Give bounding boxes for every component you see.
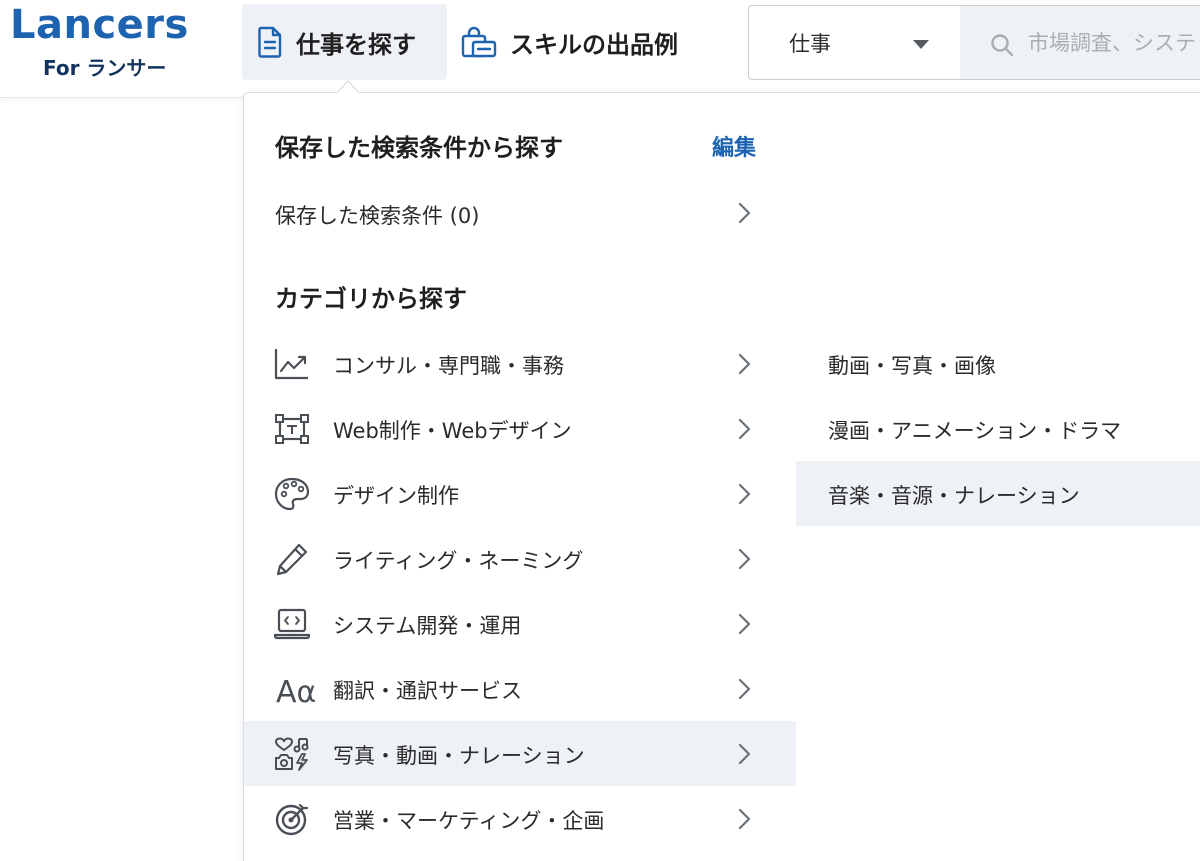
category-label: ライティング・ネーミング [333, 549, 584, 573]
laptop-code-icon [274, 608, 310, 640]
nav-skill-examples-label: スキルの出品例 [510, 30, 678, 59]
chevron-right-icon [738, 202, 751, 224]
category-label: 営業・マーケティング・企画 [333, 809, 605, 833]
chevron-right-icon [738, 418, 751, 440]
search-input[interactable] [1028, 6, 1200, 79]
chart-trend-icon [274, 349, 308, 380]
category-label: Web制作・Webデザイン [333, 419, 572, 443]
category-item-web[interactable]: Web制作・Webデザイン [244, 396, 796, 461]
document-icon [256, 26, 284, 58]
dropdown-left-column: 保存した検索条件から探す 編集 保存した検索条件 (0) カテゴリから探す コン… [244, 93, 796, 861]
chevron-right-icon [738, 548, 751, 570]
logo-wordmark: Lancers [10, 2, 189, 48]
chevron-right-icon [738, 483, 751, 505]
subcategory-item-manga-animation[interactable]: 漫画・アニメーション・ドラマ [796, 396, 1200, 461]
translate-icon: Aα [276, 675, 316, 706]
search-box [960, 5, 1200, 80]
palette-icon [274, 477, 310, 511]
layout-frame-icon [275, 414, 309, 444]
target-icon [275, 803, 309, 836]
nav-find-jobs[interactable]: 仕事を探す [242, 4, 447, 80]
chevron-right-icon [738, 808, 751, 830]
category-item-media[interactable]: 写真・動画・ナレーション [244, 721, 796, 786]
chevron-right-icon [738, 743, 751, 765]
category-item-design[interactable]: デザイン制作 [244, 461, 796, 526]
nav-find-jobs-label: 仕事を探す [296, 30, 416, 59]
saved-search-section-title: 保存した検索条件から探す [275, 134, 563, 162]
nav-skill-examples[interactable]: スキルの出品例 [460, 4, 730, 80]
subcategory-label: 音楽・音源・ナレーション [828, 484, 1080, 508]
category-item-consulting[interactable]: コンサル・専門職・事務 [244, 331, 796, 396]
media-icon [274, 737, 309, 771]
category-list: コンサル・専門職・事務 Web制作・Webデザイン デザイン制作 ライティング・… [244, 331, 796, 851]
category-item-system-dev[interactable]: システム開発・運用 [244, 591, 796, 656]
subcategory-item-music-narration[interactable]: 音楽・音源・ナレーション [796, 461, 1200, 526]
chevron-right-icon [738, 353, 751, 375]
chevron-right-icon [738, 613, 751, 635]
edit-saved-search-link[interactable]: 編集 [712, 130, 756, 162]
shopping-bag-icon [460, 26, 498, 58]
search-icon [991, 34, 1014, 57]
search-category-select[interactable]: 仕事 [748, 5, 960, 80]
find-jobs-dropdown: 保存した検索条件から探す 編集 保存した検索条件 (0) カテゴリから探す コン… [243, 92, 1200, 861]
saved-search-item[interactable]: 保存した検索条件 (0) [244, 181, 796, 245]
saved-search-label: 保存した検索条件 (0) [275, 204, 480, 228]
category-label: システム開発・運用 [333, 614, 522, 638]
subcategory-label: 漫画・アニメーション・ドラマ [828, 419, 1122, 443]
subcategory-item-video-photo[interactable]: 動画・写真・画像 [796, 331, 1200, 396]
category-item-translation[interactable]: Aα 翻訳・通訳サービス [244, 656, 796, 721]
subcategory-list: 動画・写真・画像 漫画・アニメーション・ドラマ 音楽・音源・ナレーション [796, 331, 1200, 526]
search-category-value: 仕事 [789, 31, 831, 56]
page: Lancers For ランサー 仕事を探す スキルの出品例 仕事 市場調査、シ… [0, 0, 1200, 861]
category-label: 写真・動画・ナレーション [333, 744, 585, 768]
logo-subtitle: For ランサー [43, 56, 167, 80]
svg-text:Aα: Aα [276, 675, 316, 706]
chevron-right-icon [738, 678, 751, 700]
category-item-writing[interactable]: ライティング・ネーミング [244, 526, 796, 591]
site-header: Lancers For ランサー 仕事を探す スキルの出品例 仕事 市場調査、シ… [0, 0, 1200, 98]
category-label: デザイン制作 [333, 484, 459, 508]
category-item-sales-marketing[interactable]: 営業・マーケティング・企画 [244, 786, 796, 851]
dropdown-pointer [337, 80, 359, 94]
subcategory-label: 動画・写真・画像 [828, 354, 996, 378]
category-label: コンサル・専門職・事務 [333, 354, 564, 378]
lancers-logo[interactable]: Lancers For ランサー [10, 2, 220, 92]
pencil-icon [276, 543, 308, 576]
category-label: 翻訳・通訳サービス [333, 679, 522, 703]
caret-down-icon [913, 40, 929, 49]
category-section-title: カテゴリから探す [275, 285, 467, 313]
